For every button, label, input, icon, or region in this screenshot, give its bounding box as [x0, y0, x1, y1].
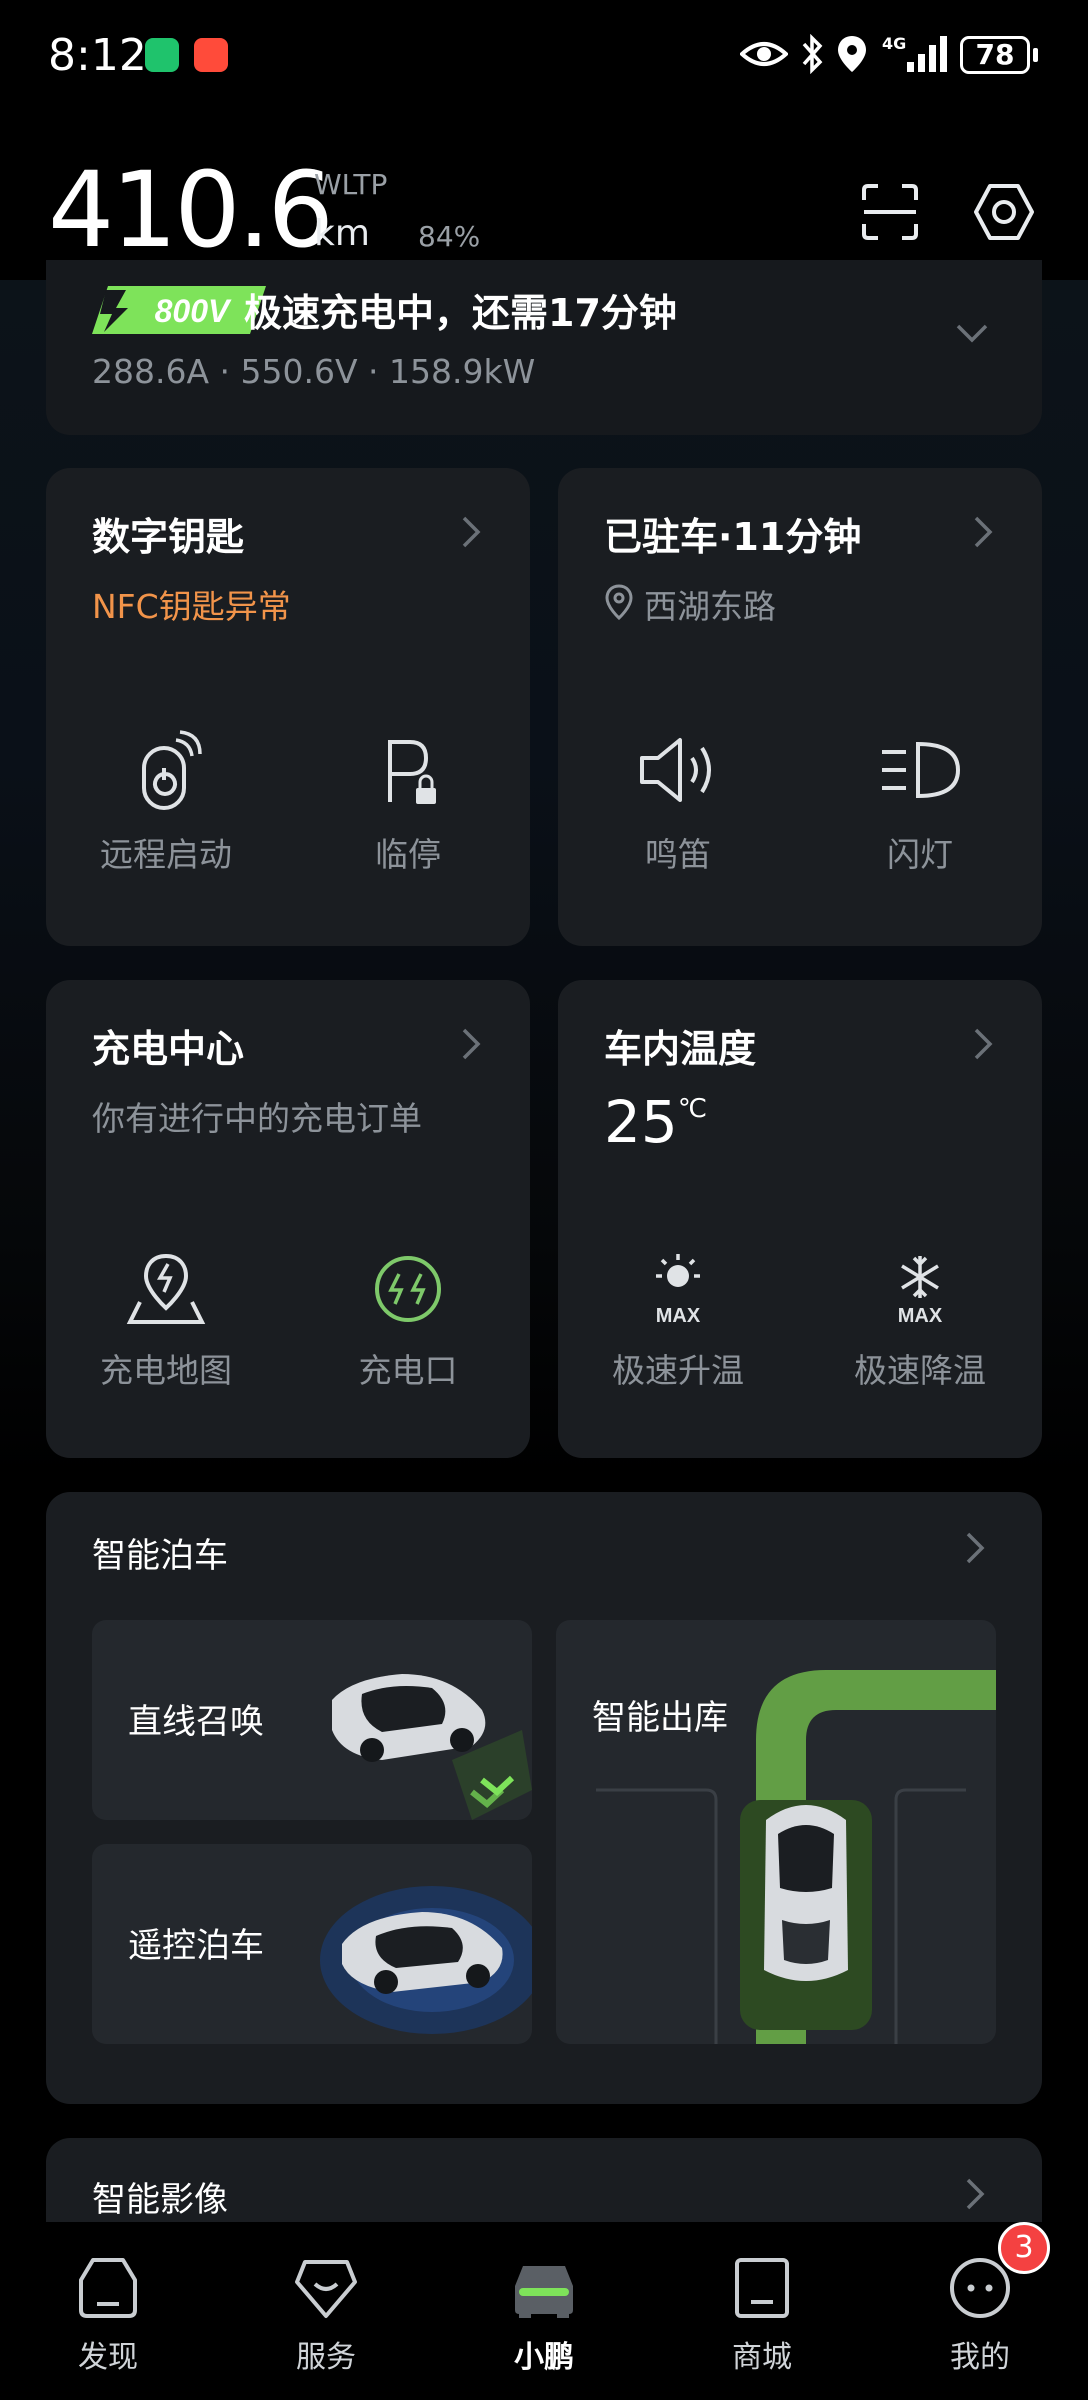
parking-status-title: 已驻车·11分钟 [604, 515, 862, 559]
cool-max-badge: MAX [898, 1305, 943, 1326]
battery-nub [1033, 48, 1038, 62]
quick-heat-label: 极速升温 [612, 1351, 744, 1390]
remote-start-icon [142, 730, 202, 810]
temp-park-button[interactable]: 临停 [308, 730, 508, 876]
cool-max-icon: MAX [898, 1256, 943, 1326]
smart-exit-tile[interactable]: 智能出库 [556, 1620, 996, 2044]
heat-max-badge: MAX [656, 1305, 701, 1326]
bluetooth-icon [802, 34, 823, 74]
location-pin-icon [605, 584, 633, 620]
cabin-temperature-value: 25℃ [604, 1088, 707, 1156]
quick-cool-button[interactable]: MAX 极速降温 [820, 1252, 1020, 1392]
nav-xpeng-label: 小鹏 [514, 2340, 574, 2375]
parking-status-card[interactable]: 已驻车·11分钟 西湖东路 鸣笛 闪灯 [558, 468, 1042, 946]
nav-discover[interactable]: 发现 [38, 2252, 178, 2376]
settings-icon[interactable] [972, 180, 1036, 244]
chevron-right-icon[interactable] [972, 514, 996, 550]
discover-icon [79, 2258, 137, 2318]
headlight-icon [882, 741, 961, 799]
temperature-number: 25 [604, 1088, 678, 1156]
bottom-navigation: 发现 服务 小鹏 商城 我的 [0, 2222, 1088, 2400]
charge-map-label: 充电地图 [100, 1351, 232, 1390]
notification-badge: 3 [998, 2222, 1050, 2274]
nav-mall-label: 商城 [732, 2340, 792, 2375]
chevron-right-icon[interactable] [964, 1530, 988, 1566]
charge-port-label: 充电口 [358, 1351, 458, 1390]
chevron-right-icon[interactable] [460, 514, 484, 550]
quick-heat-button[interactable]: MAX 极速升温 [578, 1252, 778, 1392]
remote-parking-label: 遥控泊车 [128, 1926, 264, 1966]
car-summon-illustration [332, 1674, 532, 1820]
straight-summon-label: 直线召唤 [128, 1702, 264, 1742]
charging-center-card[interactable]: 充电中心 你有进行中的充电订单 充电地图 充电口 [46, 980, 530, 1458]
chevron-down-icon[interactable] [954, 322, 990, 344]
service-icon [295, 2260, 357, 2318]
signal-icon [907, 36, 947, 72]
car-remote-illustration [320, 1886, 532, 2034]
flash-lights-button[interactable]: 闪灯 [820, 730, 1020, 876]
scan-icon[interactable] [860, 182, 920, 242]
nav-profile-label: 我的 [950, 2340, 1010, 2375]
charge-port-button[interactable]: 充电口 [308, 1252, 508, 1392]
flash-lights-label: 闪灯 [887, 835, 953, 874]
temperature-unit: ℃ [677, 1094, 708, 1124]
charge-map-icon [126, 1253, 206, 1324]
smart-camera-title: 智能影像 [92, 2180, 228, 2220]
range-standard: WLTP [314, 168, 388, 201]
car-icon [515, 2266, 573, 2318]
status-time: 8:12 [48, 30, 147, 81]
parking-location: 西湖东路 [644, 587, 776, 626]
car-exit-illustration [596, 1670, 996, 2044]
nav-discover-label: 发现 [78, 2340, 138, 2375]
remote-start-label: 远程启动 [100, 835, 232, 874]
chevron-right-icon[interactable] [460, 1026, 484, 1062]
charging-order-note: 你有进行中的充电订单 [92, 1099, 422, 1138]
digital-key-title: 数字钥匙 [92, 515, 245, 559]
status-bar: 8:12 4G 78 [0, 0, 1088, 110]
remote-start-button[interactable]: 远程启动 [66, 730, 266, 876]
nav-mall[interactable]: 商城 [692, 2252, 832, 2376]
chevron-right-icon[interactable] [972, 1026, 996, 1062]
temp-park-label: 临停 [375, 835, 441, 874]
location-icon [838, 36, 866, 72]
charging-stats: 288.6A · 550.6V · 158.9kW [92, 352, 536, 391]
charge-map-button[interactable]: 充电地图 [66, 1252, 266, 1392]
smart-parking-card: 智能泊车 直线召唤 遥控泊车 智能出库 [46, 1492, 1042, 2104]
quick-cool-label: 极速降温 [854, 1351, 986, 1390]
horn-label: 鸣笛 [645, 835, 711, 874]
charging-status-title: 极速充电中，还需17分钟 [244, 291, 677, 335]
heat-max-icon: MAX [656, 1254, 701, 1326]
charging-center-title: 充电中心 [92, 1027, 245, 1071]
straight-summon-tile[interactable]: 直线召唤 [92, 1620, 532, 1820]
cabin-temperature-card[interactable]: 车内温度 25℃ MAX 极速升温 MAX 极速降温 [558, 980, 1042, 1458]
smart-parking-title: 智能泊车 [92, 1536, 228, 1576]
network-type-label: 4G [882, 34, 907, 53]
charge-port-icon [375, 1256, 441, 1322]
remote-parking-tile[interactable]: 遥控泊车 [92, 1844, 532, 2044]
mall-icon [735, 2258, 789, 2318]
nav-service-label: 服务 [296, 2340, 356, 2375]
range-value: 410.6 [48, 149, 334, 271]
app-notification-icon [145, 38, 179, 72]
eye-icon [740, 42, 788, 66]
nav-xpeng[interactable]: 小鹏 [474, 2252, 614, 2376]
temp-park-icon [388, 740, 436, 804]
cabin-temperature-title: 车内温度 [604, 1027, 757, 1071]
battery-icon: 78 [960, 36, 1030, 74]
range-unit: km [314, 213, 370, 254]
horn-icon [640, 738, 711, 802]
charging-status-card[interactable]: 800V 极速充电中，还需17分钟 288.6A · 550.6V · 158.… [46, 260, 1042, 435]
horn-button[interactable]: 鸣笛 [578, 730, 778, 876]
vehicle-battery-percent: 84% [418, 220, 481, 253]
chevron-right-icon[interactable] [964, 2176, 988, 2212]
nav-service[interactable]: 服务 [256, 2252, 396, 2376]
voltage-badge-label: 800V [155, 293, 232, 329]
nfc-warning: NFC钥匙异常 [92, 587, 291, 626]
voltage-badge: 800V [92, 286, 266, 334]
alarm-notification-icon [194, 38, 228, 72]
battery-level: 78 [975, 38, 1015, 71]
digital-key-card[interactable]: 数字钥匙 NFC钥匙异常 远程启动 临停 [46, 468, 530, 946]
